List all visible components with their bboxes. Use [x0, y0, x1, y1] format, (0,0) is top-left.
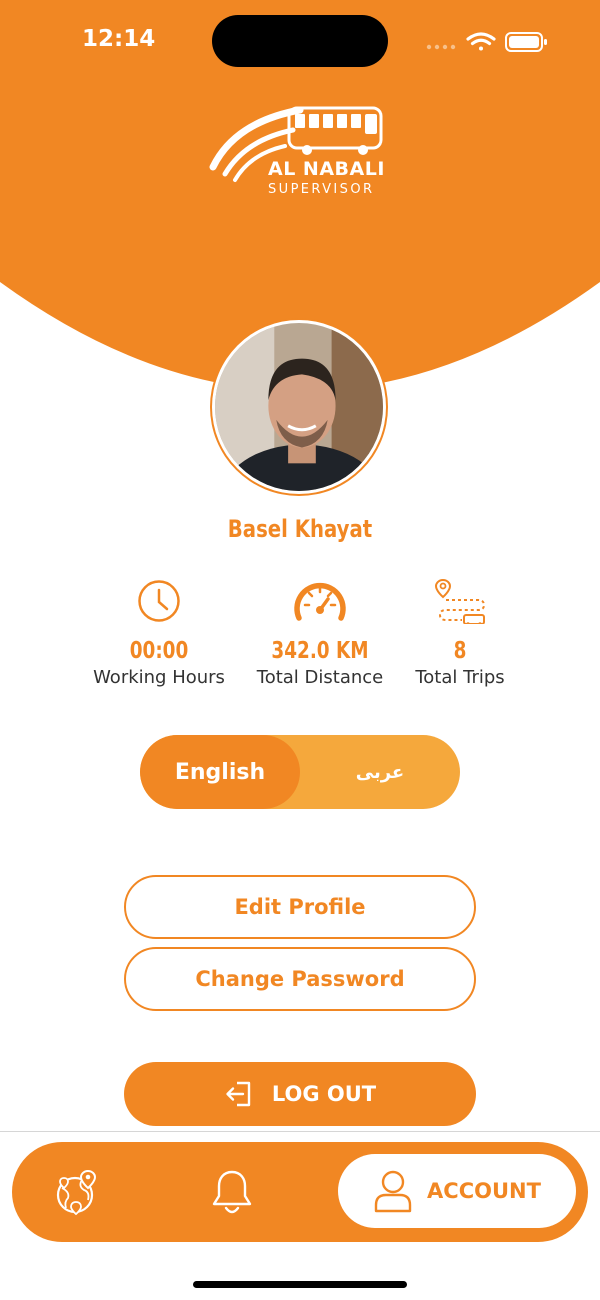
language-option-english[interactable]: English: [140, 735, 300, 809]
bell-icon[interactable]: [210, 1168, 254, 1216]
logout-icon: [226, 1081, 251, 1107]
language-toggle[interactable]: English عربى: [140, 735, 460, 809]
user-icon: [374, 1170, 412, 1213]
bottom-tab-bar: ACCOUNT: [12, 1142, 588, 1242]
logout-button[interactable]: LOG OUT: [124, 1062, 476, 1126]
avatar[interactable]: [210, 318, 388, 496]
status-time: 12:14: [82, 26, 156, 52]
speedometer-icon: [294, 582, 346, 621]
tab-account[interactable]: ACCOUNT: [338, 1154, 576, 1228]
route-bus-icon: [434, 578, 486, 624]
signal-icon: [426, 44, 456, 50]
language-option-arabic[interactable]: عربى: [300, 735, 460, 809]
user-name: Basel Khayat: [227, 515, 373, 543]
profile-photo: [215, 323, 383, 491]
brand-name: AL NABALI: [268, 158, 385, 180]
wifi-icon: [466, 32, 496, 51]
stat-label: Working Hours: [93, 667, 225, 688]
brand-subtitle: SUPERVISOR: [268, 182, 375, 197]
tab-account-label: ACCOUNT: [427, 1179, 541, 1203]
status-icons: [426, 32, 547, 52]
dynamic-island: [212, 15, 388, 67]
map-icon[interactable]: [52, 1168, 102, 1218]
stat-total-trips: 8 Total Trips: [380, 578, 540, 688]
clock-icon: [138, 580, 180, 622]
change-password-button[interactable]: Change Password: [124, 947, 476, 1011]
logout-label: LOG OUT: [271, 1082, 377, 1106]
stat-label: Total Distance: [256, 667, 384, 688]
divider: [0, 1131, 600, 1132]
stat-value: 342.0 KM: [271, 638, 369, 664]
stat-label: Total Trips: [415, 667, 505, 688]
stat-value: 8: [453, 638, 467, 664]
edit-profile-button[interactable]: Edit Profile: [124, 875, 476, 939]
battery-icon: [505, 32, 547, 52]
stat-value: 00:00: [129, 638, 189, 664]
home-indicator: [193, 1281, 407, 1288]
stat-working-hours: 00:00 Working Hours: [79, 578, 239, 688]
status-bar: 12:14: [0, 0, 600, 80]
stat-total-distance: 342.0 KM Total Distance: [240, 578, 400, 688]
